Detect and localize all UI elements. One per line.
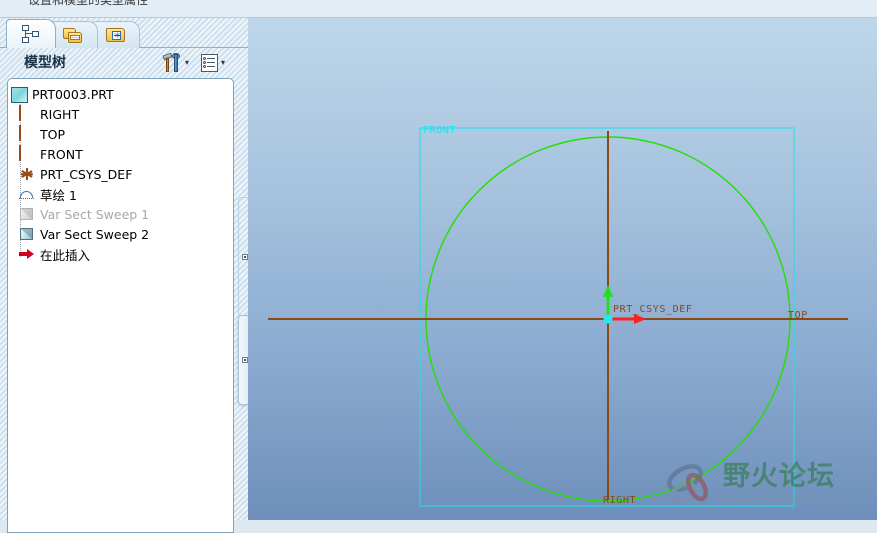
- tree-item-label: PRT_CSYS_DEF: [40, 166, 133, 182]
- watermark-url: www.proewildfire.cn: [723, 492, 844, 507]
- csys-axis-y-arrow: [603, 285, 613, 297]
- tree-item-label: 草绘 1: [40, 187, 77, 203]
- tree-item-insert-here[interactable]: 在此插入: [11, 244, 233, 264]
- tab-favorites[interactable]: ✳: [92, 21, 140, 48]
- cutoff-text: 设置和模型的类型属性: [28, 0, 149, 7]
- tree-item-label: FRONT: [40, 146, 83, 162]
- chevron-down-icon[interactable]: ▾: [221, 59, 225, 67]
- tree-item-part[interactable]: PRT0003.PRT: [11, 84, 233, 104]
- tree-item-label: TOP: [40, 126, 66, 142]
- settings-tools-button[interactable]: ▾: [162, 52, 189, 74]
- tree-item-right[interactable]: RIGHT: [11, 104, 233, 124]
- part-icon: [11, 86, 28, 103]
- tree-item-top[interactable]: TOP: [11, 124, 233, 144]
- tab-folder-browser[interactable]: [50, 21, 98, 48]
- navigator-panel: ✳ 模型树 ▾ ▾ PRT0003.PRT RIGHT TOP FRONT PR…: [0, 18, 248, 533]
- plane-icon: [19, 145, 36, 162]
- csys-origin-point: [603, 314, 613, 324]
- tree-item-var-sect-sweep-2[interactable]: Var Sect Sweep 2: [11, 224, 233, 244]
- plane-icon: [19, 105, 36, 122]
- navigator-header: 模型树 ▾ ▾: [0, 48, 248, 78]
- label-right: RIGHT: [603, 495, 637, 506]
- tree-item-label: Var Sect Sweep 2: [40, 226, 150, 242]
- list-page-icon: [200, 53, 220, 73]
- chevron-down-icon[interactable]: ▾: [185, 59, 189, 67]
- model-tree[interactable]: PRT0003.PRT RIGHT TOP FRONT PRT_CSYS_DEF…: [7, 78, 234, 533]
- tools-icon: [162, 52, 184, 73]
- tree-item-csys[interactable]: PRT_CSYS_DEF: [11, 164, 233, 184]
- top-cutoff-strip: 设置和模型的类型属性: [0, 0, 877, 18]
- watermark-text: 野火论坛 www.proewildfire.cn: [723, 463, 844, 507]
- model-tree-items: PRT0003.PRT RIGHT TOP FRONT PRT_CSYS_DEF…: [8, 79, 233, 264]
- insert-here-icon: [19, 247, 36, 263]
- tree-icon: [21, 25, 41, 43]
- tree-item-label: Var Sect Sweep 1: [40, 206, 150, 222]
- favorites-folder-icon: ✳: [105, 26, 127, 44]
- label-csys: PRT_CSYS_DEF: [613, 304, 693, 315]
- navigator-tabstrip: ✳: [0, 18, 248, 48]
- tree-item-var-sect-sweep-1[interactable]: Var Sect Sweep 1: [11, 204, 233, 224]
- csys-icon: [19, 166, 36, 182]
- folders-icon: [63, 26, 85, 44]
- sweep-icon: [19, 207, 36, 223]
- application-window: 设置和模型的类型属性 ✳ 模型树 ▾ ▾ PRT0003.PRT RIGHT T…: [0, 0, 877, 533]
- forum-logo-icon: [667, 464, 708, 505]
- tree-item-label: PRT0003.PRT: [32, 86, 114, 102]
- label-top: TOP: [788, 310, 808, 321]
- sweep-icon: [19, 227, 36, 243]
- sketch-icon: [19, 187, 36, 203]
- tree-item-label: 在此插入: [40, 247, 91, 263]
- tree-columns-button[interactable]: ▾: [200, 52, 225, 74]
- tree-item-sketch[interactable]: 草绘 1: [11, 184, 233, 204]
- graphics-viewport[interactable]: FRONT TOP RIGHT PRT_CSYS_DEF 野火论坛 www.pr…: [248, 18, 877, 520]
- tree-item-label: RIGHT: [40, 106, 80, 122]
- plane-icon: [19, 125, 36, 142]
- page-title: 模型树: [24, 55, 66, 71]
- tree-item-front[interactable]: FRONT: [11, 144, 233, 164]
- watermark-title: 野火论坛: [723, 461, 835, 492]
- csys-axis-x-arrow: [634, 314, 646, 324]
- forum-watermark: 野火论坛 www.proewildfire.cn: [661, 456, 871, 514]
- tab-model-tree[interactable]: [6, 19, 56, 48]
- model-geometry: [268, 127, 848, 507]
- label-front: FRONT: [423, 125, 457, 136]
